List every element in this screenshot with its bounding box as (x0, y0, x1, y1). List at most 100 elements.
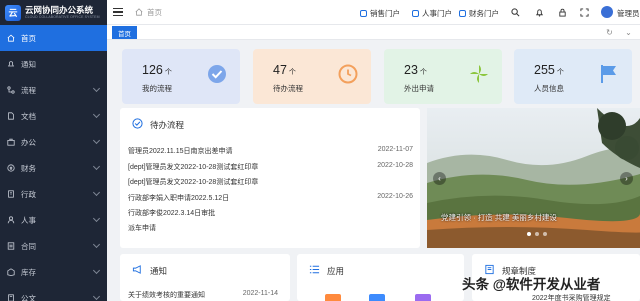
todo-date: 2022-11-07 (377, 146, 413, 153)
official-doc-icon (8, 294, 14, 301)
inventory-icon (7, 268, 15, 276)
app-tile[interactable] (325, 294, 341, 301)
lock-icon[interactable] (558, 8, 567, 17)
chevron-down-icon (92, 162, 101, 171)
rules-row[interactable]: 2022年度书采购管理规定 (532, 293, 611, 301)
search-icon[interactable] (511, 8, 520, 17)
avatar[interactable] (601, 6, 613, 18)
home-icon (7, 34, 15, 42)
portal-label: 销售门户 (370, 9, 400, 18)
todo-row[interactable]: [dept]管理员发文2022-10-28测试套红印章 (128, 177, 413, 187)
stat-label: 人员信息 (534, 84, 564, 93)
sidebar-item-8[interactable]: 合同 (0, 233, 107, 259)
portal-hr[interactable]: 人事门户 (412, 8, 452, 19)
chevron-left-icon[interactable]: ‹ (433, 172, 446, 185)
sidebar-item-label: 合同 (21, 241, 36, 251)
stat-card[interactable]: 47 个待办流程 (253, 49, 371, 104)
sidebar-item-9[interactable]: 库存 (0, 259, 107, 285)
chevron-down-icon (92, 240, 101, 249)
fullscreen-icon[interactable] (580, 8, 589, 17)
portal-sales[interactable]: 销售门户 (360, 8, 400, 19)
sidebar-item-label: 首页 (21, 33, 36, 43)
check-circle-icon (132, 118, 143, 129)
chevron-right-icon[interactable]: › (620, 172, 633, 185)
bell-icon (7, 61, 15, 67)
carousel-dot[interactable] (543, 232, 547, 236)
stat-value: 255 个 (534, 63, 564, 77)
stat-value: 47 个 (273, 63, 296, 77)
todo-text: [dept]管理员发文2022-10-28测试套红印章 (128, 164, 259, 171)
watermark: 头条 @软件开发从业者 (462, 277, 601, 292)
sidebar-item-4[interactable]: 办公 (0, 129, 107, 155)
notice-text: 关于绩效考核的重要通知 (128, 292, 205, 299)
portal-finance[interactable]: 财务门户 (459, 8, 499, 19)
todo-panel: 待办流程 管理员2022.11.15日南京出差申请 2022-11-07 [dept… (120, 108, 420, 248)
chevron-down-icon (92, 214, 101, 223)
portal-icon (360, 10, 367, 17)
stat-value: 23 个 (404, 63, 427, 77)
sidebar-item-label: 公文 (21, 293, 36, 301)
tabs-bar: 首页 ↻ ⌄ (107, 25, 640, 40)
document-icon (8, 112, 14, 120)
app-title: 云网协同办公系统 (25, 5, 94, 15)
todo-row[interactable]: 行政部李娟入职申请2022.5.12日 2022-10-26 (128, 193, 413, 203)
chevron-down-icon (92, 136, 101, 145)
app-subtitle: CLOUD COLLABORATIVE OFFICE SYSTEM (25, 14, 100, 19)
sidebar-item-0[interactable]: 首页 (0, 25, 107, 51)
contract-icon (7, 242, 15, 250)
portal-icon (412, 10, 419, 17)
notice-panel: 通知 关于绩效考核的重要通知 2022-11-14 (120, 254, 290, 301)
sidebar-item-7[interactable]: 人事 (0, 207, 107, 233)
sidebar-item-label: 库存 (21, 267, 36, 277)
todo-row[interactable]: [dept]管理员发文2022-10-28测试套红印章 2022-10-28 (128, 162, 413, 172)
todo-row[interactable]: 派车申请 (128, 223, 413, 233)
carousel-dots (527, 232, 547, 236)
todo-text: 派车申请 (128, 225, 156, 232)
app-tile[interactable] (415, 294, 431, 301)
chevron-down-icon (92, 110, 101, 119)
tab-home[interactable]: 首页 (112, 26, 137, 39)
portal-label: 财务门户 (469, 9, 499, 18)
todo-row[interactable]: 管理员2022.11.15日南京出差申请 2022-11-07 (128, 146, 413, 156)
stat-card[interactable]: 126 个我的流程 (122, 49, 240, 104)
todo-row[interactable]: 行政部李俊2022.3.14日审批 (128, 208, 413, 218)
breadcrumb[interactable]: 首页 (135, 7, 162, 18)
refresh-icon[interactable]: ↻ (605, 28, 614, 37)
sidebar-item-label: 人事 (21, 215, 36, 225)
sidebar: 云 云网协同办公系统 CLOUD COLLABORATIVE OFFICE SY… (0, 0, 107, 301)
chevron-down-icon[interactable]: ⌄ (624, 28, 633, 37)
stat-card[interactable]: 23 个外出申请 (384, 49, 502, 104)
user-name[interactable]: 管理员 (617, 8, 640, 19)
stat-card[interactable]: 255 个人员信息 (514, 49, 632, 104)
carousel[interactable]: 党建引领 · 打造 共建 美丽乡村建设 ‹ › (427, 108, 640, 248)
portal-label: 人事门户 (422, 9, 452, 18)
todo-date: 2022-10-28 (377, 162, 413, 169)
carousel-dot[interactable] (535, 232, 539, 236)
app-tile[interactable] (369, 294, 385, 301)
todo-date: 2022-10-26 (377, 193, 413, 200)
sidebar-item-label: 财务 (21, 163, 36, 173)
sidebar-item-2[interactable]: 流程 (0, 77, 107, 103)
person-icon (7, 216, 15, 224)
sidebar-item-1[interactable]: 通知 (0, 51, 107, 77)
sidebar-item-6[interactable]: 行政 (0, 181, 107, 207)
notice-row[interactable]: 关于绩效考核的重要通知 2022-11-14 (128, 290, 278, 300)
sidebar-item-3[interactable]: 文档 (0, 103, 107, 129)
carousel-dot[interactable] (527, 232, 531, 236)
building-icon (8, 190, 14, 198)
check-circle-icon (208, 65, 226, 83)
sidebar-item-label: 行政 (21, 189, 36, 199)
sidebar-item-label: 文档 (21, 111, 36, 121)
landscape-image (427, 108, 640, 248)
apps-title: 应用 (327, 266, 345, 276)
briefcase-icon (7, 138, 15, 146)
chevron-down-icon (92, 188, 101, 197)
chevron-down-icon (92, 84, 101, 93)
breadcrumb-home: 首页 (147, 7, 162, 17)
carousel-caption: 党建引领 · 打造 共建 美丽乡村建设 (441, 213, 557, 222)
bell-icon[interactable] (535, 8, 544, 17)
notice-date: 2022-11-14 (242, 290, 278, 297)
menu-toggle-icon[interactable] (113, 8, 123, 16)
sidebar-item-10[interactable]: 公文 (0, 285, 107, 301)
sidebar-item-5[interactable]: 财务 (0, 155, 107, 181)
